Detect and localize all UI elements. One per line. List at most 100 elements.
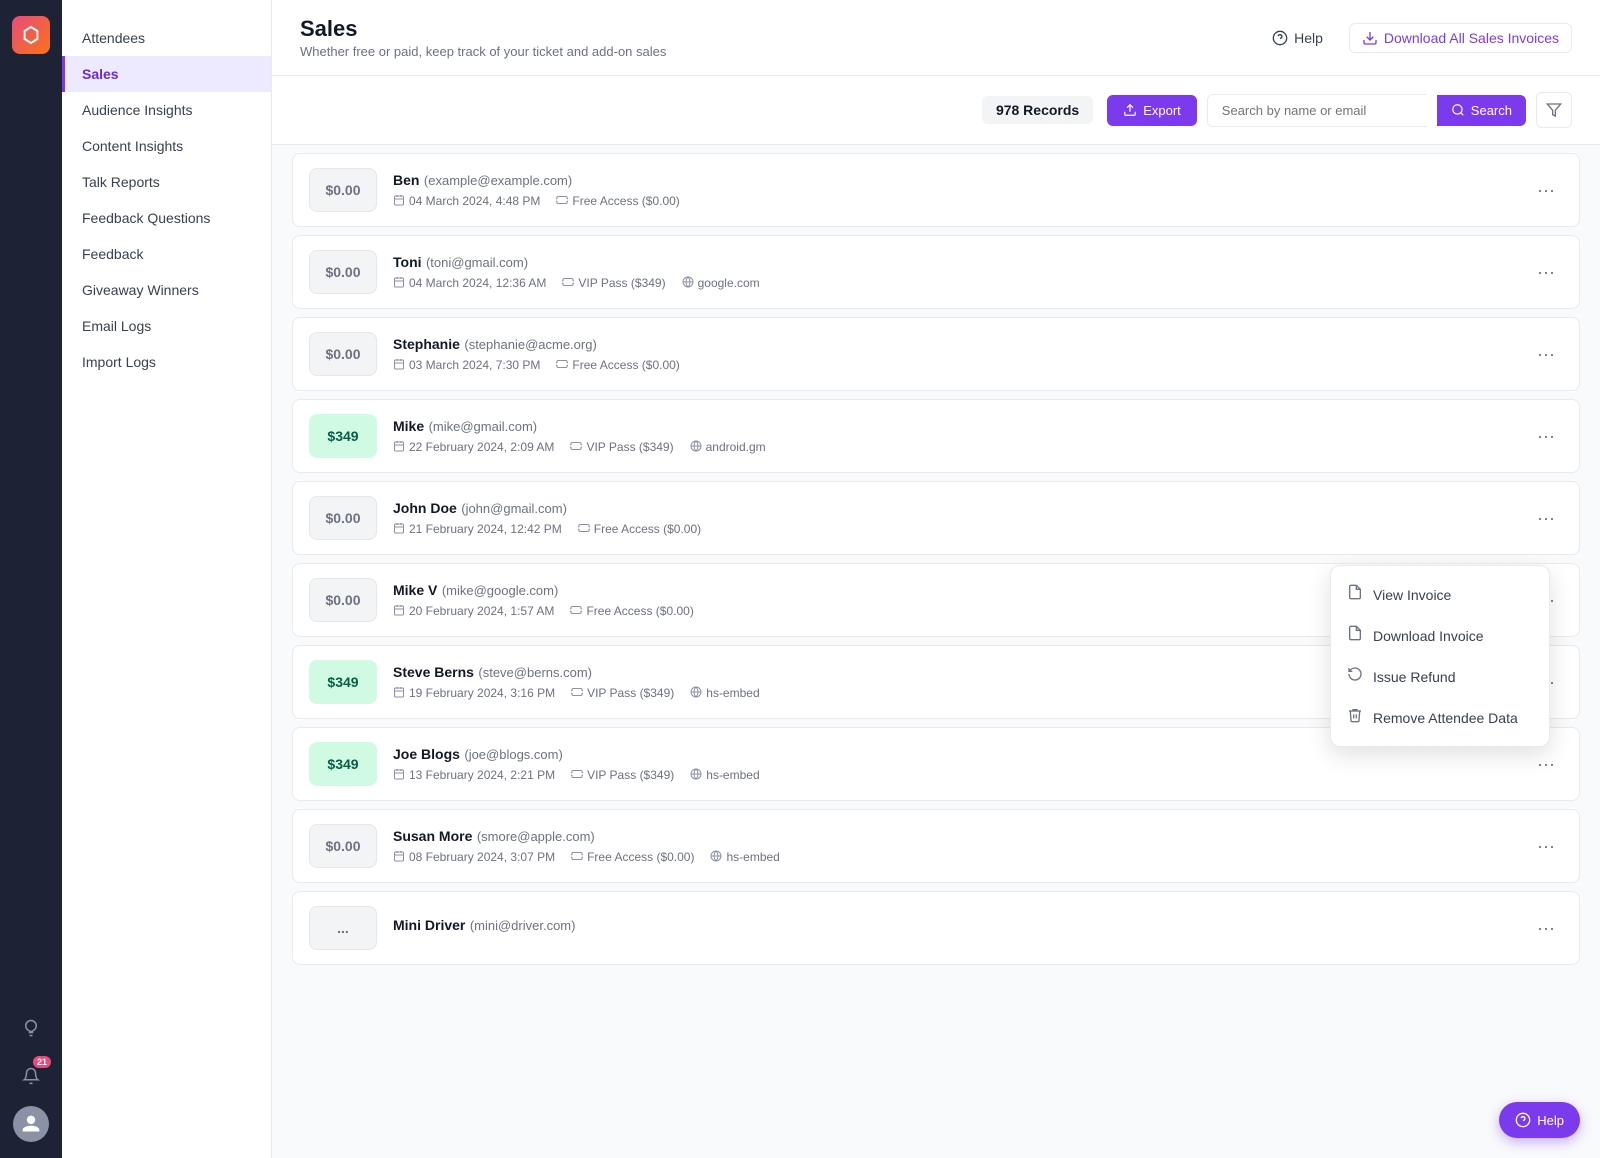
notification-badge: 21 [33, 1056, 51, 1068]
record-name-line: Toni (toni@gmail.com) [393, 254, 1529, 272]
record-info: Stephanie (stephanie@acme.org) 03 March … [393, 336, 1529, 373]
calendar-icon [393, 604, 405, 619]
amount-badge: $0.00 [309, 496, 377, 540]
record-email: (joe@blogs.com) [464, 747, 562, 762]
record-email: (mike@gmail.com) [429, 419, 538, 434]
user-avatar[interactable] [13, 1106, 49, 1142]
record-email: (mike@google.com) [442, 583, 559, 598]
record-name-line: Joe Blogs (joe@blogs.com) [393, 746, 1529, 764]
help-float-button[interactable]: Help [1499, 1102, 1580, 1138]
amount-badge: $349 [309, 742, 377, 786]
dark-sidebar: 21 [0, 0, 62, 1158]
record-info: John Doe (john@gmail.com) 21 February 20… [393, 500, 1529, 537]
more-options-button[interactable]: ··· [1529, 833, 1563, 859]
sidebar-item-import-logs[interactable]: Import Logs [62, 344, 271, 380]
calendar-icon [393, 686, 405, 701]
record-name: Mike V [393, 582, 437, 598]
record-meta: 21 February 2024, 12:42 PM Free Access (… [393, 522, 1529, 537]
notification-icon-btn[interactable]: 21 [13, 1058, 49, 1094]
issue-refund-item[interactable]: Issue Refund [1331, 656, 1549, 697]
record-meta: 04 March 2024, 12:36 AM VIP Pass ($349) … [393, 276, 1529, 291]
table-row: $0.00 Toni (toni@gmail.com) 04 March 202… [292, 235, 1580, 309]
record-date: 03 March 2024, 7:30 PM [393, 358, 540, 373]
export-button[interactable]: Export [1107, 95, 1197, 126]
calendar-icon [393, 522, 405, 537]
filter-icon [1546, 102, 1562, 118]
ticket-icon [562, 276, 574, 291]
sidebar-item-giveaway-winners[interactable]: Giveaway Winners [62, 272, 271, 308]
record-name-line: John Doe (john@gmail.com) [393, 500, 1529, 518]
more-options-button[interactable]: ··· [1529, 259, 1563, 285]
record-date: 19 February 2024, 3:16 PM [393, 686, 555, 701]
download-all-label: Download All Sales Invoices [1384, 30, 1559, 46]
view-invoice-item[interactable]: View Invoice [1331, 574, 1549, 615]
record-ticket: Free Access ($0.00) [570, 604, 693, 619]
sidebar-item-talk-reports[interactable]: Talk Reports [62, 164, 271, 200]
ticket-icon [556, 194, 568, 209]
record-email: (stephanie@acme.org) [464, 337, 596, 352]
more-options-button[interactable]: ··· [1529, 341, 1563, 367]
record-name-line: Ben (example@example.com) [393, 172, 1529, 190]
record-name: Mike [393, 418, 424, 434]
remove-attendee-label: Remove Attendee Data [1373, 710, 1518, 726]
amount-badge: $0.00 [309, 168, 377, 212]
record-name-line: Susan More (smore@apple.com) [393, 828, 1529, 846]
help-float-label: Help [1537, 1113, 1564, 1128]
sidebar-item-content-insights[interactable]: Content Insights [62, 128, 271, 164]
sidebar-item-sales[interactable]: Sales [62, 56, 271, 92]
lightbulb-icon-btn[interactable] [13, 1010, 49, 1046]
more-options-button[interactable]: ··· [1529, 177, 1563, 203]
issue-refund-label: Issue Refund [1373, 669, 1456, 685]
download-invoice-item[interactable]: Download Invoice [1331, 615, 1549, 656]
search-input[interactable] [1207, 94, 1427, 127]
more-options-button[interactable]: ··· [1529, 423, 1563, 449]
search-button[interactable]: Search [1437, 95, 1526, 126]
record-meta: 08 February 2024, 3:07 PM Free Access ($… [393, 850, 1529, 865]
globe-icon [690, 768, 702, 783]
more-options-button[interactable]: ··· [1529, 751, 1563, 777]
record-ticket: Free Access ($0.00) [556, 358, 679, 373]
sidebar-item-email-logs[interactable]: Email Logs [62, 308, 271, 344]
record-date: 13 February 2024, 2:21 PM [393, 768, 555, 783]
sidebar-item-audience-insights[interactable]: Audience Insights [62, 92, 271, 128]
download-icon [1362, 30, 1378, 46]
filter-button[interactable] [1536, 92, 1572, 128]
table-row: $0.00 John Doe (john@gmail.com) 21 Febru… [292, 481, 1580, 555]
record-ticket: VIP Pass ($349) [562, 276, 665, 291]
record-info: Ben (example@example.com) 04 March 2024,… [393, 172, 1529, 209]
record-ticket: VIP Pass ($349) [571, 686, 674, 701]
record-name-line: Stephanie (stephanie@acme.org) [393, 336, 1529, 354]
app-logo[interactable] [12, 16, 50, 54]
ticket-icon [571, 768, 583, 783]
table-row: $0.00 Susan More (smore@apple.com) 08 Fe… [292, 809, 1580, 883]
globe-icon [710, 850, 722, 865]
refund-icon [1347, 666, 1363, 687]
amount-badge: $0.00 [309, 578, 377, 622]
record-date: 04 March 2024, 12:36 AM [393, 276, 546, 291]
more-options-button[interactable]: ··· [1529, 915, 1563, 941]
amount-badge: $0.00 [309, 332, 377, 376]
amount-badge: $0.00 [309, 824, 377, 868]
trash-icon [1347, 707, 1363, 728]
record-name: Steve Berns [393, 664, 474, 680]
calendar-icon [393, 440, 405, 455]
record-name: Ben [393, 172, 419, 188]
record-source: google.com [682, 276, 760, 291]
record-meta: 04 March 2024, 4:48 PM Free Access ($0.0… [393, 194, 1529, 209]
table-row: ... Mini Driver (mini@driver.com) ··· [292, 891, 1580, 965]
remove-attendee-item[interactable]: Remove Attendee Data [1331, 697, 1549, 738]
records-list: $0.00 Ben (example@example.com) 04 March… [272, 145, 1600, 1158]
sidebar-item-attendees[interactable]: Attendees [62, 20, 271, 56]
more-options-button[interactable]: ··· [1529, 505, 1563, 531]
export-icon [1123, 103, 1137, 117]
help-button[interactable]: Help [1262, 24, 1333, 52]
record-meta: 22 February 2024, 2:09 AM VIP Pass ($349… [393, 440, 1529, 455]
sidebar-item-feedback[interactable]: Feedback [62, 236, 271, 272]
record-date: 08 February 2024, 3:07 PM [393, 850, 555, 865]
calendar-icon [393, 194, 405, 209]
sidebar-item-feedback-questions[interactable]: Feedback Questions [62, 200, 271, 236]
record-date: 04 March 2024, 4:48 PM [393, 194, 540, 209]
context-dropdown-menu: View Invoice Download Invoice Issue Refu… [1330, 565, 1550, 747]
header-actions: Help Download All Sales Invoices [1262, 23, 1572, 53]
download-all-invoices-button[interactable]: Download All Sales Invoices [1349, 23, 1572, 53]
